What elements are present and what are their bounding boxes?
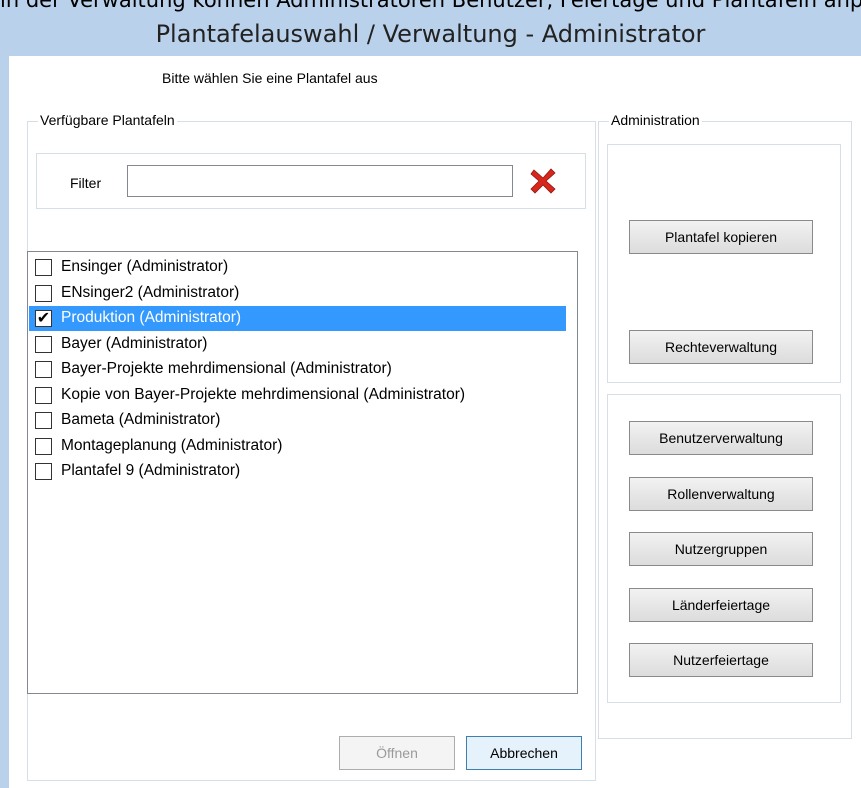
rights-management-button[interactable]: Rechteverwaltung — [629, 330, 813, 364]
filter-panel: Filter — [36, 153, 586, 209]
item-label: Bayer-Projekte mehrdimensional (Administ… — [61, 360, 392, 377]
user-groups-button[interactable]: Nutzergruppen — [629, 532, 813, 566]
user-management-button[interactable]: Benutzerverwaltung — [629, 421, 813, 455]
item-checkbox[interactable] — [35, 412, 52, 429]
list-item[interactable]: Ensinger (Administrator) — [29, 255, 566, 280]
administration-group-label: Administration — [609, 112, 702, 128]
list-item[interactable]: Montageplanung (Administrator) — [29, 434, 566, 459]
item-checkbox[interactable]: ✔ — [35, 308, 52, 327]
clear-x-icon — [530, 168, 556, 194]
copy-plantafel-button[interactable]: Plantafel kopieren — [629, 220, 813, 254]
available-group-label: Verfügbare Plantafeln — [38, 112, 177, 128]
item-checkbox[interactable] — [35, 361, 52, 378]
checkmark-icon: ✔ — [36, 308, 51, 327]
title-bar[interactable]: Plantafelauswahl / Verwaltung - Administ… — [0, 8, 861, 50]
dialog-window: Plantafelauswahl / Verwaltung - Administ… — [0, 0, 861, 788]
clear-filter-button[interactable] — [529, 167, 557, 195]
list-item[interactable]: ENsinger2 (Administrator) — [29, 281, 566, 306]
item-label: Bameta (Administrator) — [61, 411, 221, 428]
filter-label: Filter — [70, 175, 102, 191]
list-item[interactable]: Bameta (Administrator) — [29, 408, 566, 433]
window-title: Plantafelauswahl / Verwaltung - Administ… — [155, 20, 706, 48]
cancel-button[interactable]: Abbrechen — [466, 736, 582, 770]
item-label: Plantafel 9 (Administrator) — [61, 462, 241, 479]
list-item[interactable]: Plantafel 9 (Administrator) — [29, 459, 566, 484]
item-label: Produktion (Administrator) — [61, 309, 242, 326]
item-label: Bayer (Administrator) — [61, 334, 208, 352]
item-checkbox[interactable] — [35, 463, 52, 480]
item-checkbox[interactable] — [35, 284, 52, 302]
list-item[interactable]: ✔ Produktion (Administrator) — [29, 306, 566, 331]
dialog-client-area: Bitte wählen Sie eine Plantafel aus Verf… — [9, 56, 861, 788]
list-item[interactable]: Kopie von Bayer-Projekte mehrdimensional… — [29, 383, 566, 408]
instruction-text: Bitte wählen Sie eine Plantafel aus — [162, 70, 378, 86]
user-holidays-button[interactable]: Nutzerfeiertage — [629, 643, 813, 677]
item-checkbox[interactable] — [35, 386, 52, 404]
filter-input[interactable] — [127, 165, 513, 197]
list-item[interactable]: Bayer (Administrator) — [29, 332, 566, 357]
item-label: Ensinger (Administrator) — [61, 258, 229, 275]
list-item[interactable]: Bayer-Projekte mehrdimensional (Administ… — [29, 357, 566, 382]
item-checkbox[interactable] — [35, 437, 52, 455]
top-caption-text: in der Verwaltung können Administratoren… — [0, 0, 861, 12]
open-button[interactable]: Öffnen — [339, 736, 455, 770]
item-checkbox[interactable] — [35, 335, 52, 353]
item-checkbox[interactable] — [35, 259, 52, 276]
item-label: ENsinger2 (Administrator) — [61, 283, 240, 301]
plantafel-list[interactable]: Ensinger (Administrator) ENsinger2 (Admin… — [27, 251, 578, 694]
role-management-button[interactable]: Rollenverwaltung — [629, 477, 813, 511]
country-holidays-button[interactable]: Länderfeiertage — [629, 588, 813, 622]
item-label: Montageplanung (Administrator) — [61, 436, 283, 454]
item-label: Kopie von Bayer-Projekte mehrdimensional… — [61, 385, 466, 403]
